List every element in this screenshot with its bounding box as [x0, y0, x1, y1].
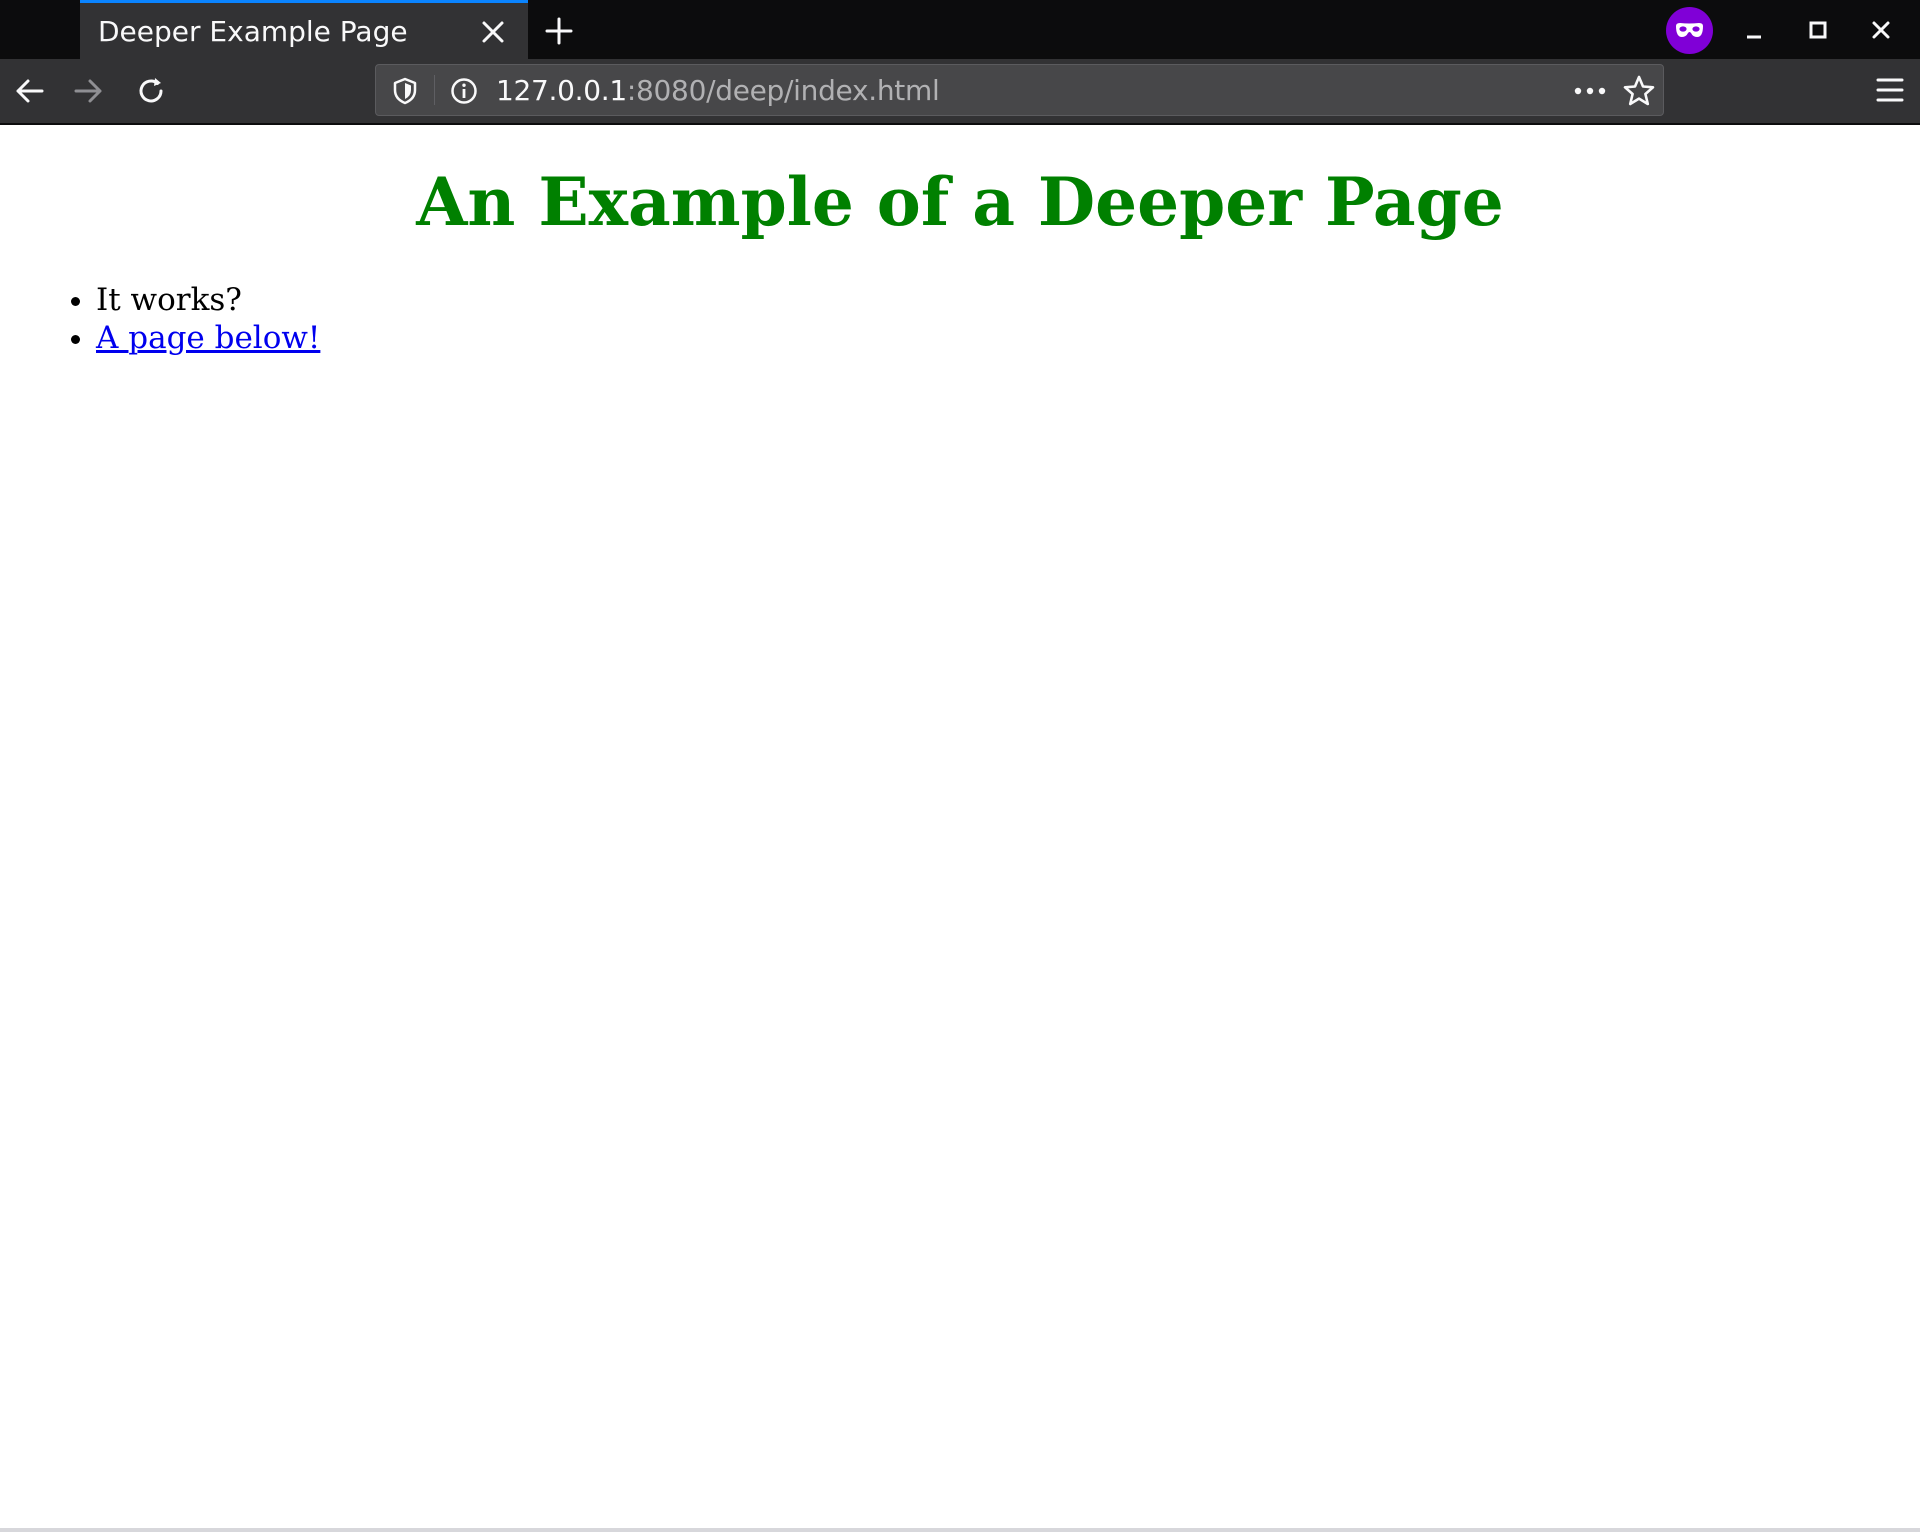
forward-arrow-icon[interactable] — [72, 74, 106, 108]
back-arrow-icon[interactable] — [12, 74, 46, 108]
active-tab[interactable]: Deeper Example Page — [80, 0, 528, 59]
window-close-icon[interactable] — [1869, 18, 1893, 42]
bottom-edge — [0, 1528, 1920, 1532]
page-list: It works? A page below! — [48, 281, 320, 357]
list-item-text: It works? — [96, 282, 242, 318]
address-bar[interactable]: 127.0.0.1:8080/deep/index.html — [375, 64, 1664, 116]
url-path: :8080/deep/index.html — [626, 74, 940, 107]
url-text[interactable]: 127.0.0.1:8080/deep/index.html — [496, 74, 940, 107]
list-item: A page below! — [96, 319, 320, 357]
url-divider — [434, 75, 435, 105]
bookmark-star-icon[interactable] — [1622, 74, 1656, 108]
more-dots-icon[interactable] — [1573, 77, 1607, 105]
page-content: An Example of a Deeper Page It works? A … — [0, 125, 1920, 1528]
page-heading: An Example of a Deeper Page — [416, 163, 1504, 241]
url-host: 127.0.0.1 — [496, 74, 627, 107]
minimize-icon[interactable] — [1742, 18, 1766, 42]
hamburger-menu-icon[interactable] — [1875, 74, 1905, 106]
shield-icon[interactable] — [392, 77, 418, 105]
plus-icon[interactable] — [544, 16, 574, 46]
info-icon[interactable] — [450, 77, 478, 105]
reload-icon[interactable] — [134, 74, 168, 108]
maximize-icon[interactable] — [1806, 18, 1830, 42]
private-mask-icon — [1666, 7, 1713, 54]
tab-title: Deeper Example Page — [98, 15, 408, 48]
browser-window: Deeper Example Page 127.0.0.1:8080/deep/… — [0, 0, 1920, 1532]
tab-bar: Deeper Example Page — [0, 0, 1920, 59]
navigation-toolbar: 127.0.0.1:8080/deep/index.html — [0, 59, 1920, 125]
close-icon[interactable] — [480, 19, 506, 45]
page-below-link[interactable]: A page below! — [96, 320, 320, 356]
list-item: It works? — [96, 281, 320, 319]
